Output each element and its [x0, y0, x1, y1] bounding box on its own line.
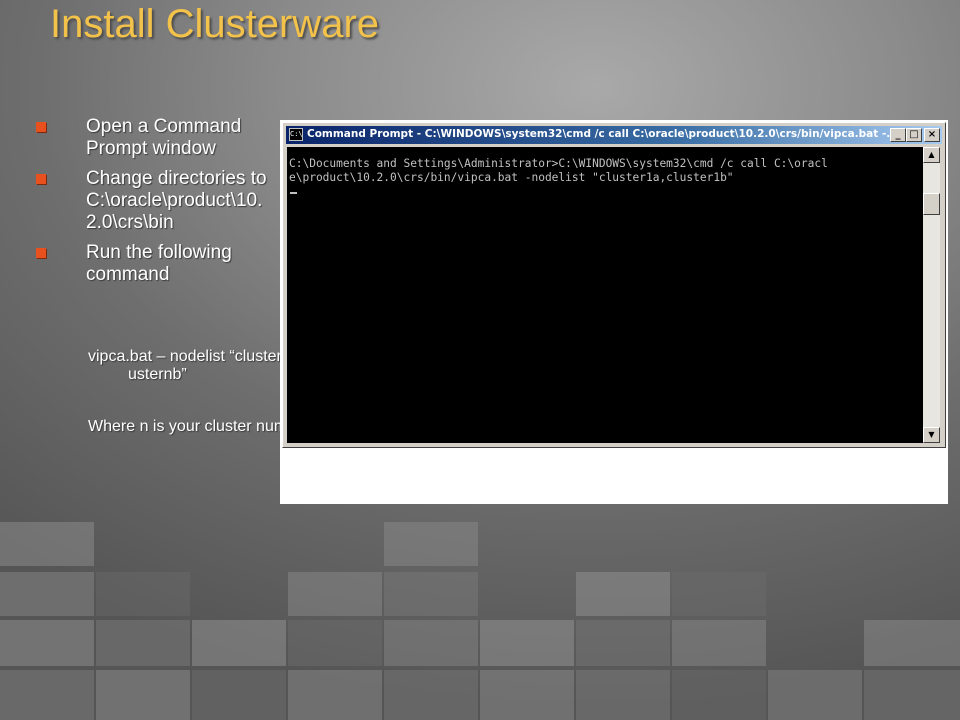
close-button[interactable]: ×: [924, 128, 940, 142]
scroll-up-button[interactable]: ▲: [923, 147, 940, 163]
bullet-text: Open a Command Prompt window: [86, 116, 242, 159]
bullet-item: Change directories to C:\oracle\product\…: [34, 168, 274, 234]
bullet-marker-icon: [36, 122, 46, 132]
slide-title: Install Clusterware: [50, 2, 380, 46]
bullet-text: Run the following command: [86, 242, 232, 285]
console-output[interactable]: C:\Documents and Settings\Administrator>…: [287, 147, 923, 443]
text-cursor: [290, 192, 297, 194]
bullet-item: Open a Command Prompt window: [34, 116, 274, 160]
window-title: Command Prompt - C:\WINDOWS\system32\cmd…: [307, 128, 899, 140]
scroll-thumb[interactable]: [923, 193, 940, 215]
scroll-down-button[interactable]: ▼: [923, 427, 940, 443]
bullet-text: Change directories to C:\oracle\product\…: [86, 168, 267, 233]
bullet-list: Open a Command Prompt window Change dire…: [34, 116, 274, 294]
vertical-scrollbar[interactable]: ▲ ▼: [923, 147, 940, 443]
bullet-marker-icon: [36, 174, 46, 184]
bullet-marker-icon: [36, 248, 46, 258]
window-titlebar[interactable]: C:\ Command Prompt - C:\WINDOWS\system32…: [286, 126, 942, 144]
bullet-item: Run the following command: [34, 242, 274, 286]
screenshot-panel: C:\ Command Prompt - C:\WINDOWS\system32…: [280, 120, 948, 504]
command-prompt-window: C:\ Command Prompt - C:\WINDOWS\system32…: [282, 122, 946, 448]
maximize-button[interactable]: □: [906, 128, 922, 142]
command-prompt-icon: C:\: [289, 128, 303, 141]
console-line: e\product\10.2.0\crs/bin/vipca.bat -node…: [289, 171, 734, 184]
minimize-button[interactable]: _: [890, 128, 906, 142]
console-line: C:\Documents and Settings\Administrator>…: [289, 157, 828, 170]
